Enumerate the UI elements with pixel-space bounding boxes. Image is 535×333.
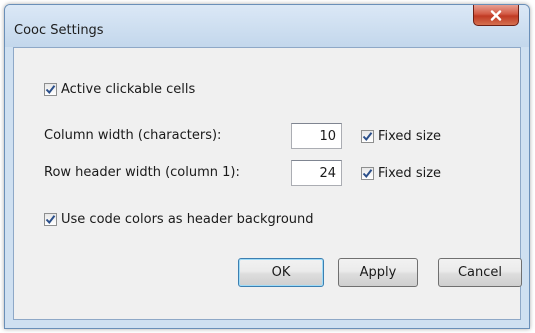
active-clickable-cells-label: Active clickable cells — [61, 82, 196, 97]
column-width-fixed-size-checkbox[interactable] — [361, 130, 374, 143]
close-icon — [490, 9, 502, 21]
cancel-button[interactable]: Cancel — [438, 258, 522, 287]
check-icon — [45, 85, 56, 95]
check-icon — [362, 132, 373, 142]
column-width-label: Column width (characters): — [44, 128, 222, 143]
row-header-width-fixed-size-label: Fixed size — [378, 166, 442, 181]
column-width-fixed-size-option[interactable]: Fixed size — [361, 129, 441, 144]
column-width-fixed-size-label: Fixed size — [378, 129, 442, 144]
settings-dialog: Cooc Settings Active clickable cells Col… — [4, 4, 530, 329]
row-header-width-fixed-size-option[interactable]: Fixed size — [361, 166, 441, 181]
use-code-colors-option[interactable]: Use code colors as header background — [44, 212, 314, 227]
ok-button[interactable]: OK — [238, 258, 324, 287]
use-code-colors-checkbox[interactable] — [44, 213, 57, 226]
title-bar: Cooc Settings — [5, 5, 529, 47]
row-header-width-label: Row header width (column 1): — [44, 165, 240, 180]
row-header-width-input[interactable] — [291, 160, 342, 186]
close-button[interactable] — [473, 5, 519, 26]
row-header-width-fixed-size-checkbox[interactable] — [361, 167, 374, 180]
active-clickable-cells-checkbox[interactable] — [44, 83, 57, 96]
use-code-colors-label: Use code colors as header background — [61, 212, 314, 227]
active-clickable-cells-option[interactable]: Active clickable cells — [44, 82, 195, 97]
dialog-title: Cooc Settings — [14, 23, 104, 38]
check-icon — [45, 215, 56, 225]
column-width-input[interactable] — [291, 123, 342, 149]
apply-button[interactable]: Apply — [338, 258, 418, 287]
check-icon — [362, 169, 373, 179]
